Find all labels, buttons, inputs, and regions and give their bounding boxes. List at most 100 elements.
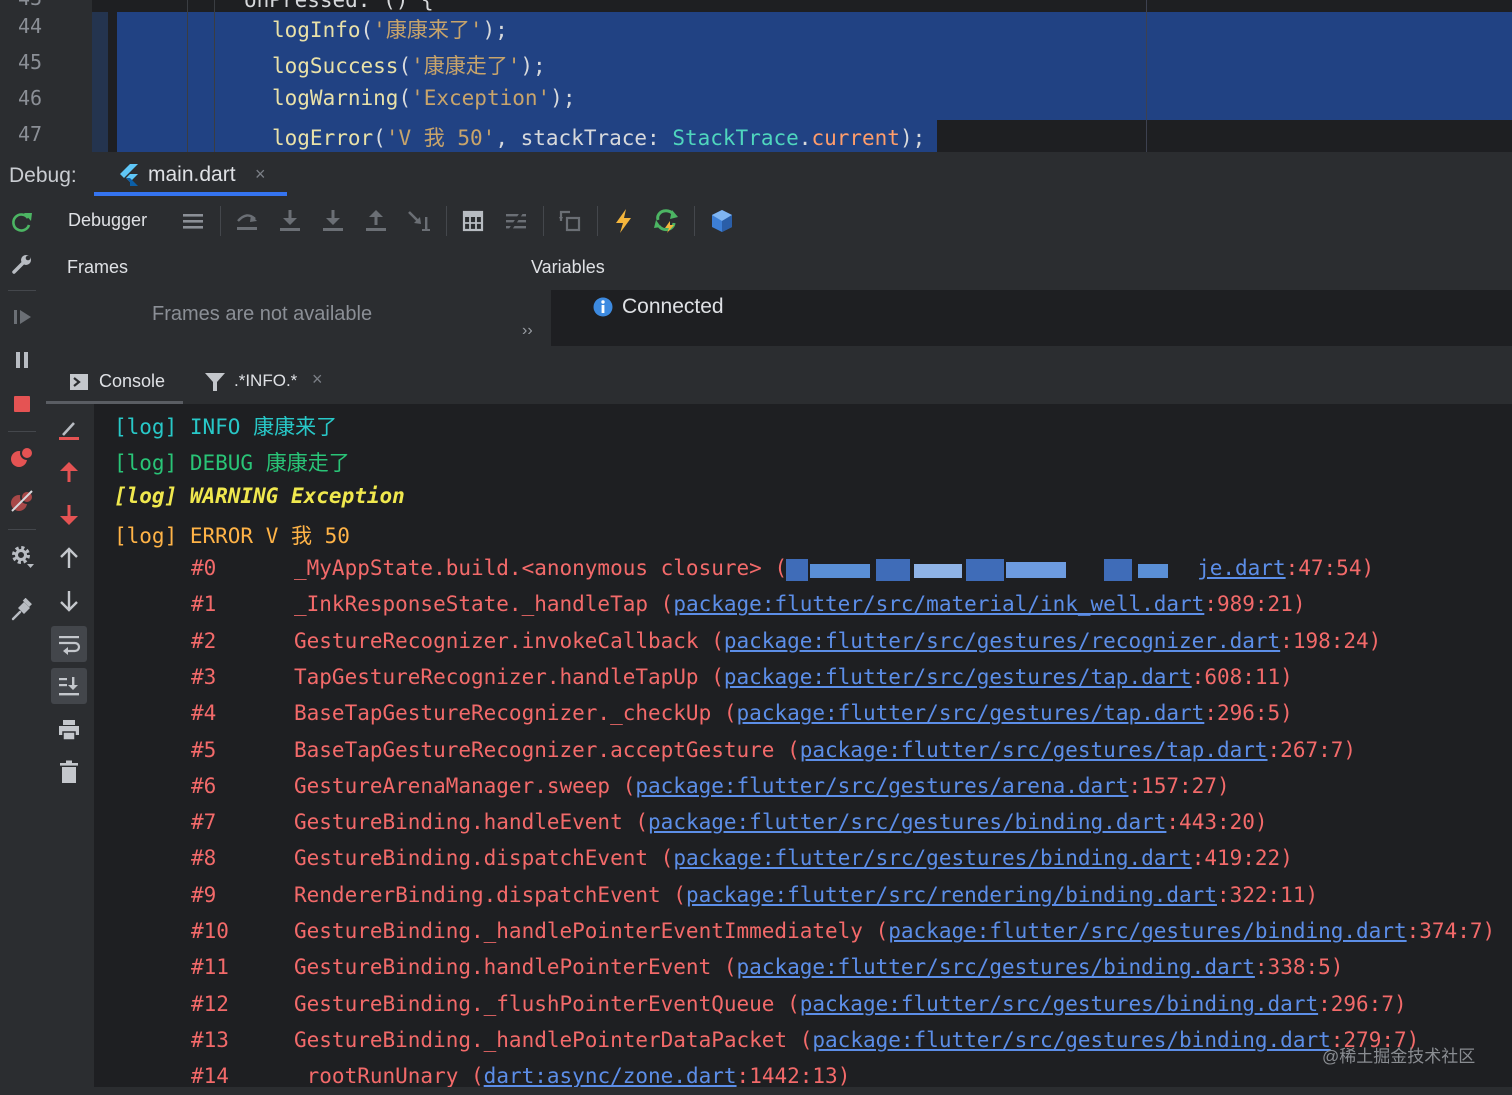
code-line: logError('V 我 50', stackTrace: StackTrac…	[272, 122, 925, 152]
frame-position: :374:7)	[1406, 919, 1496, 943]
view-breakpoints-button[interactable]	[6, 441, 38, 473]
drop-frame-icon	[559, 210, 581, 232]
run-to-cursor-button[interactable]	[403, 205, 435, 237]
frame-source-link[interactable]: package:flutter/src/gestures/recognizer.…	[724, 629, 1280, 653]
filter-label: .*INFO.*	[234, 371, 298, 390]
code-token: , stackTrace:	[495, 126, 673, 150]
next-occurrence-button[interactable]	[51, 497, 87, 533]
frame-index: #14	[191, 1064, 229, 1089]
frame-source-link[interactable]: je.dart	[1197, 556, 1286, 580]
paren: (	[648, 846, 674, 871]
close-tab-icon[interactable]: ×	[255, 164, 266, 185]
open-devtools-button[interactable]	[706, 205, 738, 237]
code-token: );	[550, 86, 576, 110]
clear-console-button[interactable]	[51, 412, 87, 448]
frame-position: :419:22)	[1191, 846, 1293, 871]
frame-body: GestureBinding.handlePointerEvent (packa…	[294, 955, 1343, 979]
console-output[interactable]: [log] INFO 康康来了 [log] DEBUG 康康走了 [log] WAR…	[94, 404, 1512, 1095]
hot-restart-button[interactable]	[651, 205, 683, 237]
frame-source-link[interactable]: package:flutter/src/gestures/binding.dar…	[812, 1028, 1330, 1052]
trace-button[interactable]	[500, 205, 532, 237]
frame-method: GestureBinding._handlePointerDataPacket	[294, 1027, 788, 1052]
frame-source-link[interactable]: package:flutter/src/gestures/tap.dart	[800, 738, 1268, 762]
down-stack-button[interactable]	[51, 583, 87, 619]
frame-source-link[interactable]: package:flutter/src/gestures/binding.dar…	[888, 919, 1406, 943]
debug-left-toolbar	[0, 198, 44, 1095]
frame-index: #0	[191, 556, 217, 580]
rerun-button[interactable]	[6, 206, 38, 238]
frame-source-link[interactable]: package:flutter/src/gestures/binding.dar…	[648, 810, 1166, 834]
frame-source-link[interactable]: package:flutter/src/material/ink_well.da…	[673, 592, 1204, 616]
tab-console[interactable]: Console	[46, 360, 183, 404]
frame-source-link[interactable]: package:flutter/src/gestures/binding.dar…	[800, 992, 1318, 1016]
frame-position: :1442:13)	[736, 1064, 851, 1089]
run-to-cursor-icon	[408, 211, 430, 231]
code-editor[interactable]: 43 44454647 onPressed: () { logInfo('康康来…	[0, 0, 1512, 152]
scroll-to-end-toggle[interactable]	[51, 668, 87, 704]
frame-source-link[interactable]: package:flutter/src/gestures/binding.dar…	[673, 846, 1191, 870]
drop-frame-button[interactable]	[554, 205, 586, 237]
settings-wrench-button[interactable]	[6, 248, 38, 280]
frame-position: :443:20)	[1166, 810, 1268, 835]
settings-button[interactable]	[6, 540, 38, 572]
stack-frame-row: #7 GestureBinding.handleEvent (package:fl…	[94, 810, 1512, 840]
frame-index: #12	[191, 991, 229, 1016]
redaction-block	[966, 559, 1004, 581]
paren: (	[622, 810, 649, 835]
frame-index: #3	[191, 664, 217, 689]
gutter-strip	[92, 12, 108, 152]
step-over-button[interactable]	[231, 205, 263, 237]
code-token: .	[798, 126, 812, 150]
redaction-block	[786, 559, 808, 581]
paren: (	[711, 955, 737, 980]
frame-body: GestureBinding._handlePointerDataPacket …	[294, 1028, 1419, 1052]
previous-occurrence-button[interactable]	[51, 454, 87, 490]
step-out-button[interactable]	[360, 205, 392, 237]
debugger-tab-label[interactable]: Debugger	[68, 210, 147, 231]
frame-source-link[interactable]: package:flutter/src/gestures/binding.dar…	[737, 955, 1255, 979]
frame-source-link[interactable]: package:flutter/src/gestures/tap.dart	[724, 665, 1192, 689]
force-step-into-button[interactable]	[317, 205, 349, 237]
pause-button[interactable]	[6, 344, 38, 376]
code-token: 'V 我 50'	[385, 126, 496, 150]
mute-breakpoints-button[interactable]	[6, 485, 38, 517]
stack-frame-row: #1 _InkResponseState._handleTap (package:…	[94, 592, 1512, 622]
pin-tab-button[interactable]	[6, 594, 38, 626]
frame-source-link[interactable]: package:flutter/src/gestures/arena.dart	[635, 774, 1128, 798]
code-line-partial: onPressed: () {	[244, 0, 434, 12]
code-token: 'Exception'	[411, 86, 551, 110]
frame-body: GestureBinding.handleEvent (package:flut…	[294, 810, 1268, 834]
frame-body: RendererBinding.dispatchEvent (package:f…	[294, 883, 1318, 907]
frame-body: GestureBinding._flushPointerEventQueue (…	[294, 992, 1407, 1016]
hot-reload-button[interactable]	[608, 205, 640, 237]
code-token: StackTrace	[672, 126, 799, 150]
code-line: logInfo('康康来了');	[272, 14, 508, 44]
print-button[interactable]	[51, 712, 87, 748]
close-filter-icon[interactable]: ×	[312, 369, 323, 390]
code-token: );	[520, 54, 546, 78]
scroll-end-icon	[59, 677, 79, 696]
stop-button[interactable]	[6, 388, 38, 420]
tab-main-dart[interactable]: main.dart ×	[94, 152, 287, 198]
paren: (	[774, 991, 800, 1016]
frame-index: #4	[191, 701, 217, 726]
up-stack-button[interactable]	[51, 540, 87, 576]
frames-expand-chevron[interactable]: ››	[522, 322, 533, 340]
log-filter-tab[interactable]: .*INFO.* ×	[203, 360, 333, 404]
resume-button[interactable]	[6, 301, 38, 333]
paren: (	[698, 664, 724, 689]
clear-all-button[interactable]	[51, 754, 87, 790]
frame-source-link[interactable]: package:flutter/src/rendering/binding.da…	[686, 883, 1217, 907]
step-into-button[interactable]	[274, 205, 306, 237]
frame-source-link[interactable]: package:flutter/src/gestures/tap.dart	[737, 701, 1205, 725]
frame-index: #6	[191, 773, 217, 798]
evaluate-expression-button[interactable]	[457, 205, 489, 237]
down-arrow-icon	[60, 505, 78, 525]
soft-wrap-toggle[interactable]	[51, 626, 87, 662]
frame-index: #13	[191, 1027, 229, 1052]
layout-menu-button[interactable]	[177, 205, 209, 237]
log-line-debug: [log] DEBUG 康康走了	[114, 451, 350, 476]
stack-frame-row: #11 GestureBinding.handlePointerEvent (pa…	[94, 955, 1512, 985]
mute-breakpoints-icon	[11, 490, 34, 512]
frame-source-link[interactable]: dart:async/zone.dart	[484, 1064, 737, 1088]
